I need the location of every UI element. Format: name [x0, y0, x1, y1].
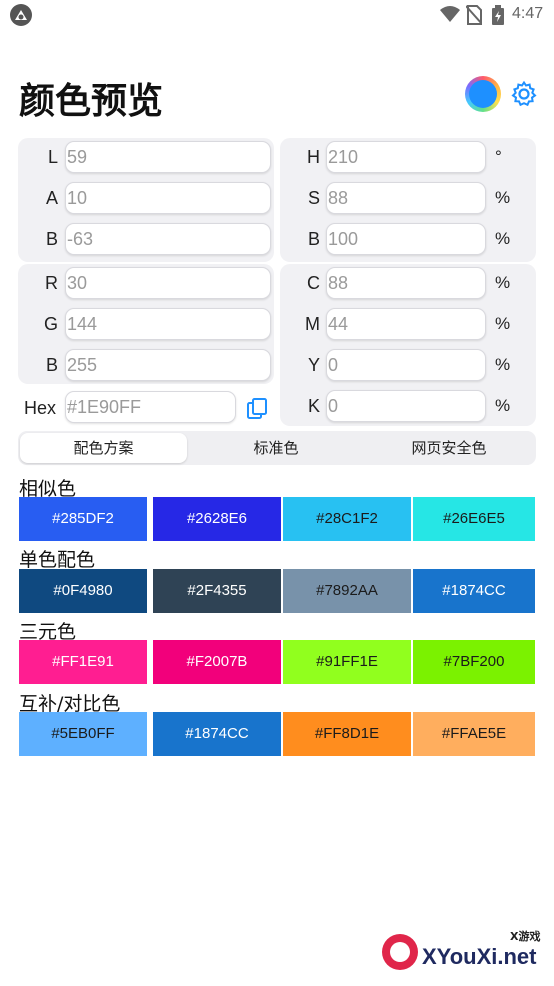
color-swatch[interactable]: #FF8D1E: [283, 712, 411, 756]
tab-standard-colors[interactable]: 标准色: [190, 433, 362, 463]
field-label: K: [307, 396, 320, 416]
color-swatch[interactable]: #91FF1E: [283, 640, 411, 684]
copy-icon[interactable]: [246, 398, 268, 420]
no-sim-icon: [466, 5, 482, 25]
cmyk-k-input[interactable]: 0: [326, 390, 486, 422]
watermark-tag: X游戏: [510, 930, 541, 943]
current-color-dot: [469, 80, 497, 108]
field-unit: %: [495, 188, 511, 207]
app-logo-icon: [10, 4, 32, 26]
cmyk-y-input[interactable]: 0: [326, 349, 486, 381]
tab-color-scheme[interactable]: 配色方案: [20, 433, 187, 463]
battery-icon: [492, 5, 504, 25]
status-time: 4:47: [512, 5, 544, 22]
rgb-g-input[interactable]: 144: [65, 308, 271, 340]
field-label: B: [45, 355, 58, 375]
field-label: H: [307, 147, 320, 167]
color-swatch[interactable]: #7892AA: [283, 569, 411, 613]
field-label: C: [307, 273, 320, 293]
watermark: X游戏 XYouXi.net: [382, 928, 552, 980]
wifi-icon: [440, 6, 460, 22]
cmyk-m-input[interactable]: 44: [326, 308, 486, 340]
hsb-s-input[interactable]: 88: [326, 182, 486, 214]
settings-icon[interactable]: [510, 80, 538, 108]
field-label: L: [47, 147, 58, 167]
color-swatch[interactable]: #5EB0FF: [19, 712, 147, 756]
field-unit: %: [495, 396, 511, 415]
color-swatch[interactable]: #285DF2: [19, 497, 147, 541]
field-label: B: [307, 229, 320, 249]
color-preview-icon[interactable]: [465, 76, 501, 112]
rgb-r-input[interactable]: 30: [65, 267, 271, 299]
color-swatch[interactable]: #2F4355: [153, 569, 281, 613]
rgb-b-input[interactable]: 255: [65, 349, 271, 381]
field-unit: %: [495, 314, 511, 333]
scheme-tabs: 配色方案 标准色 网页安全色: [18, 431, 536, 465]
field-unit: %: [495, 355, 511, 374]
field-label: R: [45, 273, 58, 293]
hsb-b-input[interactable]: 100: [326, 223, 486, 255]
field-label: G: [43, 314, 58, 334]
field-unit: °: [495, 147, 502, 166]
hex-input[interactable]: #1E90FF: [65, 391, 236, 423]
page-title: 颜色预览: [19, 81, 164, 122]
status-bar: 4:47: [0, 0, 554, 30]
lab-l-input[interactable]: 59: [65, 141, 271, 173]
color-swatch[interactable]: #F2007B: [153, 640, 281, 684]
tab-web-safe-colors[interactable]: 网页安全色: [364, 433, 534, 463]
hex-label: Hex: [24, 398, 57, 418]
color-swatch[interactable]: #0F4980: [19, 569, 147, 613]
color-swatch[interactable]: #28C1F2: [283, 497, 411, 541]
field-label: S: [307, 188, 320, 208]
color-swatch[interactable]: #FFAE5E: [413, 712, 535, 756]
watermark-logo-icon: [382, 934, 418, 970]
field-label: B: [45, 229, 58, 249]
color-swatch[interactable]: #1874CC: [413, 569, 535, 613]
cmyk-c-input[interactable]: 88: [326, 267, 486, 299]
color-swatch[interactable]: #1874CC: [153, 712, 281, 756]
section-title-monochrome: 单色配色: [19, 549, 96, 571]
color-swatch[interactable]: #26E6E5: [413, 497, 535, 541]
field-label: Y: [307, 355, 320, 375]
color-swatch[interactable]: #2628E6: [153, 497, 281, 541]
field-label: A: [45, 188, 58, 208]
lab-b-input[interactable]: -63: [65, 223, 271, 255]
field-label: M: [305, 314, 320, 334]
field-unit: %: [495, 273, 511, 292]
hsb-h-input[interactable]: 210: [326, 141, 486, 173]
watermark-text: XYouXi.net: [422, 944, 537, 969]
color-swatch[interactable]: #7BF200: [413, 640, 535, 684]
color-swatch[interactable]: #FF1E91: [19, 640, 147, 684]
lab-a-input[interactable]: 10: [65, 182, 271, 214]
field-unit: %: [495, 229, 511, 248]
